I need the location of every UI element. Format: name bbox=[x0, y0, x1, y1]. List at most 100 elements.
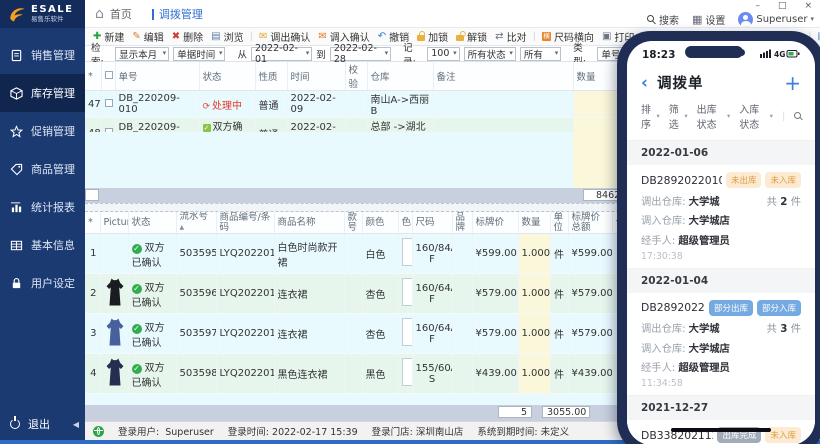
date-from-input[interactable]: 2022-02-01▾ bbox=[251, 47, 312, 61]
items-total-qty: 5 bbox=[498, 406, 532, 418]
col-header[interactable]: 性质 bbox=[255, 62, 287, 91]
star-icon bbox=[10, 125, 23, 138]
sidebar-item-doc[interactable]: 销售管理 bbox=[0, 36, 85, 74]
col-header[interactable]: 色 bbox=[398, 212, 412, 234]
item-picture-cell[interactable] bbox=[100, 274, 128, 314]
scope-select[interactable]: 所有▾ bbox=[520, 47, 561, 61]
global-search-button[interactable]: 搜索 bbox=[647, 12, 679, 27]
settings-button[interactable]: ▦ 设置 bbox=[692, 12, 725, 27]
col-header[interactable]: 时间 bbox=[287, 62, 345, 91]
printer-icon: ▣ bbox=[602, 32, 611, 42]
tab-home[interactable]: 首页 bbox=[110, 6, 132, 22]
search-icon bbox=[647, 15, 656, 24]
pencil-icon: ✎ bbox=[132, 32, 140, 42]
phone-notch bbox=[685, 46, 743, 58]
sidebar-item-star[interactable]: 促销管理 bbox=[0, 112, 85, 150]
col-header[interactable]: Picture bbox=[100, 212, 128, 234]
toolbar-button-pencil[interactable]: ✎编辑 bbox=[128, 29, 167, 44]
item-name: 连衣裙 bbox=[274, 314, 344, 354]
item-picture-cell[interactable] bbox=[100, 354, 128, 394]
sort-asc-icon: ▲ bbox=[180, 224, 185, 231]
toolbar-button-delete[interactable]: ✖删除 bbox=[168, 29, 207, 44]
exit-button[interactable]: 退出 ◀ bbox=[0, 408, 85, 440]
add-transfer-button[interactable]: + bbox=[784, 76, 801, 90]
col-header[interactable]: 备注 bbox=[433, 62, 573, 91]
item-picture-cell[interactable] bbox=[100, 314, 128, 354]
sidebar-item-lock[interactable]: 用户设定 bbox=[0, 264, 85, 302]
select-all-checkbox[interactable] bbox=[105, 71, 113, 79]
home-icon[interactable]: ⌂ bbox=[95, 6, 104, 22]
col-header[interactable]: 数量 bbox=[518, 212, 550, 234]
expire-label: 系统到期时间: bbox=[477, 427, 537, 438]
phone-header: ‹ 调拨单 + bbox=[627, 63, 815, 98]
col-header[interactable]: 仓库 bbox=[367, 62, 433, 91]
col-header[interactable]: 颜色 bbox=[362, 212, 398, 234]
col-header[interactable]: 单号 bbox=[115, 62, 199, 91]
minimize-button[interactable]: – bbox=[755, 1, 760, 11]
sidebar-item-tag[interactable]: 商品管理 bbox=[0, 150, 85, 188]
confirmed-check-icon: ✓ bbox=[132, 244, 142, 254]
phone-camera-dot bbox=[738, 49, 745, 56]
toolbar-button-compare[interactable]: ⇄比对 bbox=[491, 29, 530, 44]
mail-out-icon: ✉ bbox=[259, 32, 267, 42]
col-header[interactable]: 品牌 bbox=[452, 212, 472, 234]
period-select[interactable]: 显示本月▾ bbox=[115, 47, 169, 61]
item-amount: ¥579.00 bbox=[568, 274, 612, 314]
col-header[interactable]: 尺码 bbox=[412, 212, 452, 234]
toolbar-button-unlock[interactable]: 解锁 bbox=[452, 29, 491, 44]
col-header[interactable]: 校验 bbox=[345, 62, 367, 91]
phone-filter-筛选[interactable]: 筛选▾ bbox=[669, 101, 688, 131]
col-header[interactable]: 流水号 ▲ bbox=[176, 212, 216, 234]
col-header[interactable]: 商品编号/条码 bbox=[216, 212, 274, 234]
phone-filter-排序[interactable]: 排序▾ bbox=[641, 101, 660, 131]
expire-value: 未定义 bbox=[541, 427, 570, 438]
sidebar-item-chart[interactable]: 统计报表 bbox=[0, 188, 85, 226]
avatar bbox=[738, 12, 753, 27]
col-header[interactable]: 状态 bbox=[199, 62, 255, 91]
col-header[interactable]: 商品名称 bbox=[274, 212, 344, 234]
transfer-order-card[interactable]: DB2892022010411345...部分出库部分入库调出仓库:大学城共 3… bbox=[627, 293, 815, 397]
summary-corner-box bbox=[85, 189, 99, 201]
window-close-button[interactable]: × bbox=[804, 1, 812, 11]
row-checkbox[interactable] bbox=[105, 99, 113, 107]
date-to-input[interactable]: 2022-02-28▾ bbox=[330, 47, 391, 61]
transfer-order-card[interactable]: DB3382021122717514960出库完成未入库调出仓库:鱼子酱共 3 … bbox=[627, 420, 815, 444]
item-color: 杏色 bbox=[362, 314, 398, 354]
tab-transfer-management[interactable]: 调拨管理 bbox=[152, 6, 203, 22]
back-chevron-icon[interactable]: ‹ bbox=[641, 77, 648, 89]
col-header[interactable]: 状态 bbox=[128, 212, 176, 234]
status-select[interactable]: 所有状态▾ bbox=[464, 47, 516, 61]
maximize-button[interactable]: □ bbox=[778, 1, 787, 11]
col-header-checkbox[interactable] bbox=[101, 62, 115, 91]
phone-filter-入库状态[interactable]: 入库状态▾ bbox=[739, 101, 773, 131]
transfer-order-card[interactable]: DB2892022010617302905未出库未入库调出仓库:大学城共 2 件… bbox=[627, 165, 815, 269]
col-header[interactable]: 标牌价总额 bbox=[568, 212, 612, 234]
time-type-select[interactable]: 单据时间▾ bbox=[173, 47, 225, 61]
item-code: LYQ20220119003 bbox=[216, 354, 274, 394]
col-header[interactable]: * bbox=[85, 212, 100, 234]
col-header-index[interactable]: * bbox=[85, 62, 101, 91]
unlock-icon bbox=[456, 35, 464, 41]
user-menu[interactable]: Superuser ▾ bbox=[738, 12, 814, 27]
login-user: Superuser bbox=[165, 427, 214, 438]
phone-search-icon[interactable] bbox=[794, 112, 801, 121]
padlock-icon bbox=[10, 277, 23, 290]
col-header[interactable]: 标牌价 bbox=[472, 212, 518, 234]
col-header[interactable]: 单位 bbox=[550, 212, 568, 234]
phone-filter-出库状态[interactable]: 出库状态▾ bbox=[697, 101, 731, 131]
item-code: LYQ20220119023 bbox=[216, 234, 274, 274]
item-name: 黑色连衣裙 bbox=[274, 354, 344, 394]
esale-logo-icon bbox=[7, 4, 27, 24]
toolbar-button-browse[interactable]: ▤浏览 bbox=[207, 29, 247, 44]
item-picture-cell[interactable] bbox=[100, 234, 128, 274]
login-user-label: 登录用户: bbox=[118, 427, 159, 438]
sidebar-collapse-icon[interactable]: ◀ bbox=[73, 420, 79, 429]
sidebar-item-grid[interactable]: 基本信息 bbox=[0, 226, 85, 264]
to-label: 到 bbox=[316, 47, 326, 61]
col-header[interactable]: 款号 bbox=[344, 212, 362, 234]
date-group-header: 2021-12-27 bbox=[627, 396, 815, 420]
items-total-amount: 3055.00 bbox=[542, 406, 590, 418]
home-indicator[interactable] bbox=[671, 428, 771, 432]
records-select[interactable]: 100▾ bbox=[427, 47, 459, 61]
sidebar-item-box[interactable]: 库存管理 bbox=[0, 74, 85, 112]
